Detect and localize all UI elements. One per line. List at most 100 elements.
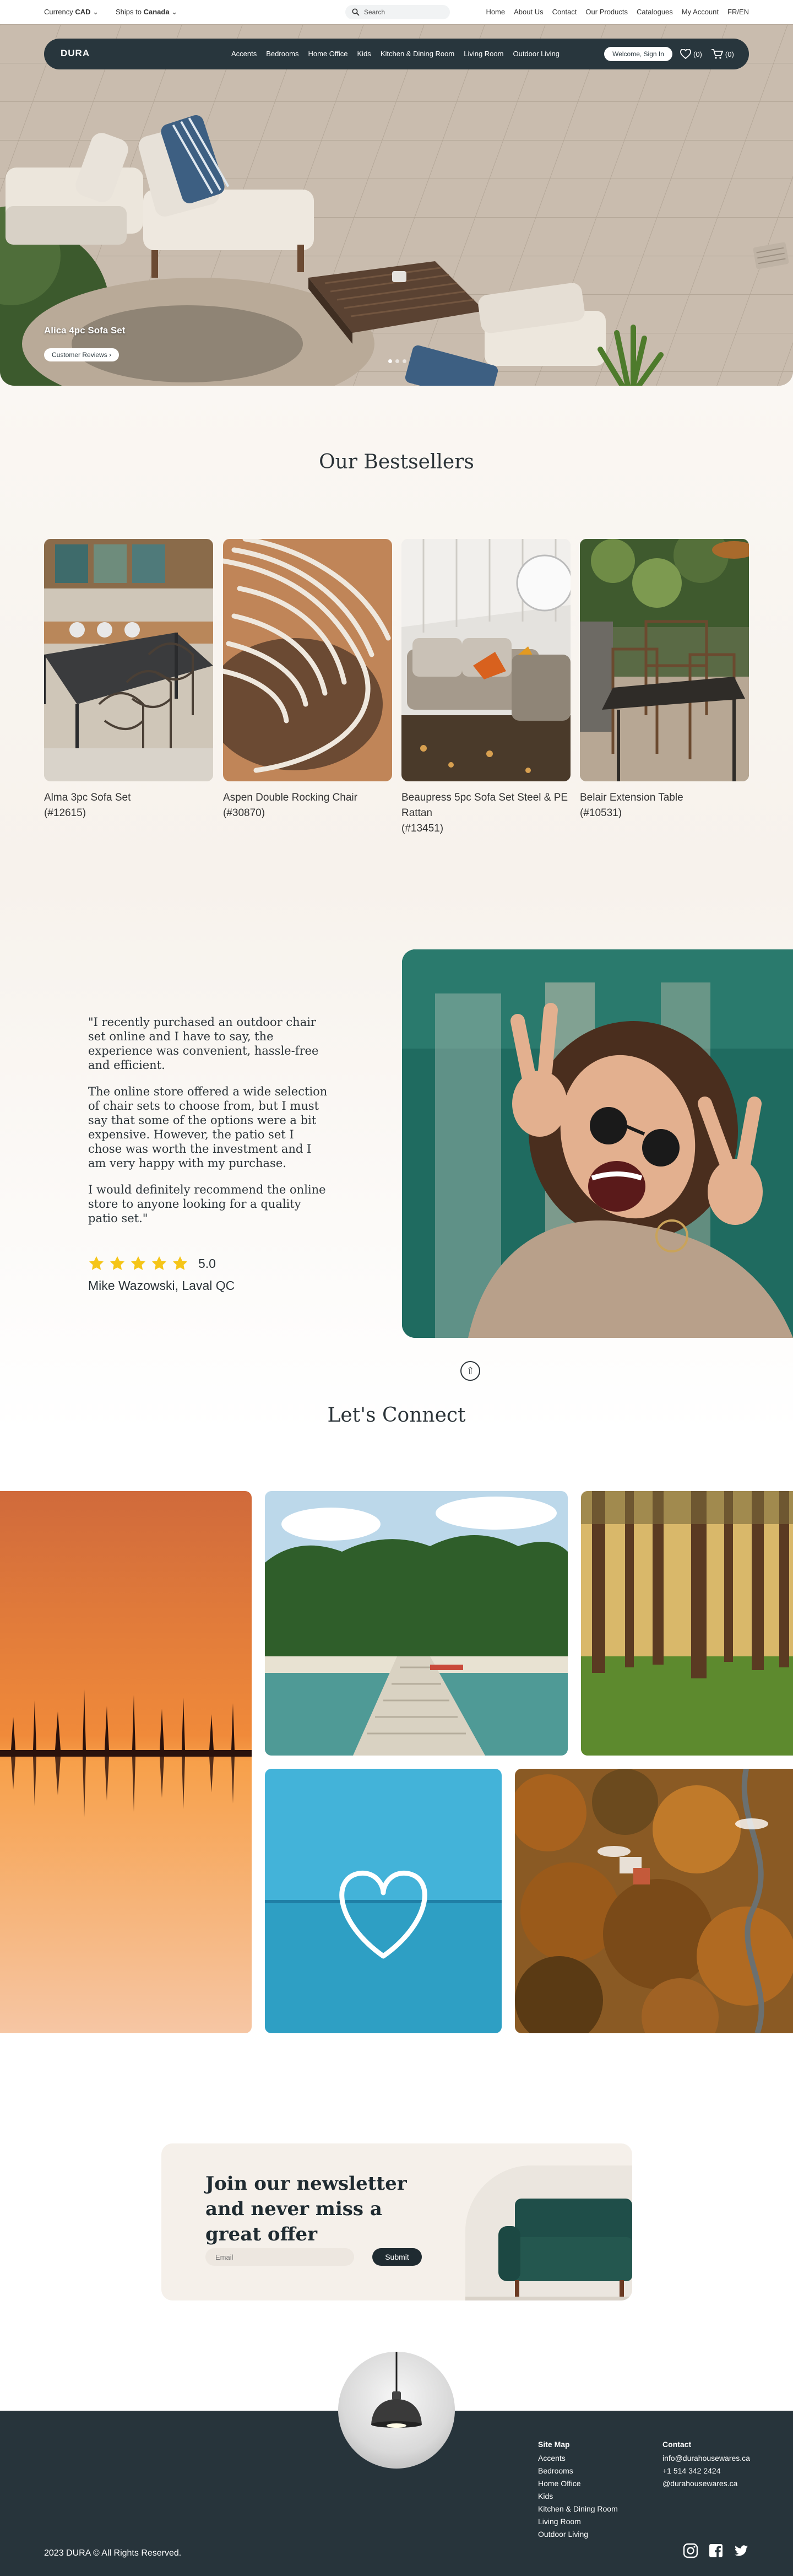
customer-reviews-button[interactable]: Customer Reviews › [44, 348, 120, 361]
testimonial-paragraph: "I recently purchased an outdoor chair s… [88, 1016, 319, 1072]
connect-heading: Let's Connect [327, 1404, 466, 1427]
newsletter-sofa-image [465, 2165, 632, 2300]
top-link-catalogues[interactable]: Catalogues [637, 8, 673, 16]
product-sku: (#30870) [223, 807, 265, 819]
rating-stars: 5.0 [88, 1255, 216, 1272]
category-nav: Accents Bedrooms Home Office Kids Kitche… [231, 50, 560, 58]
product-card[interactable]: Beaupress 5pc Sofa Set Steel & PE Rattan… [401, 539, 571, 836]
footer-link-living-room[interactable]: Living Room [538, 2515, 618, 2528]
product-card[interactable]: Belair Extension Table (#10531) [580, 539, 749, 821]
top-link-home[interactable]: Home [486, 8, 505, 16]
product-name[interactable]: Alma 3pc Sofa Set [44, 790, 213, 806]
top-link-about[interactable]: About Us [514, 8, 543, 16]
scroll-up-button[interactable]: ⇧ [460, 1361, 480, 1381]
nav-item-outdoor-living[interactable]: Outdoor Living [513, 50, 560, 58]
star-icon [110, 1256, 125, 1270]
contact-handle[interactable]: @durahousewares.ca [662, 2477, 750, 2490]
testimonial-photo [402, 949, 793, 1338]
nav-item-bedrooms[interactable]: Bedrooms [266, 50, 298, 58]
hero-title: Alica 4pc Sofa Set [44, 325, 126, 336]
product-name[interactable]: Aspen Double Rocking Chair [223, 790, 392, 806]
contact-email[interactable]: info@durahousewares.ca [662, 2452, 750, 2465]
nav-item-accents[interactable]: Accents [231, 50, 257, 58]
footer-sitemap: Site Map Accents Bedrooms Home Office Ki… [538, 2438, 618, 2541]
footer-link-home-office[interactable]: Home Office [538, 2477, 618, 2490]
top-link-account[interactable]: My Account [682, 8, 719, 16]
footer-link-kitchen-dining[interactable]: Kitchen & Dining Room [538, 2503, 618, 2515]
top-link-products[interactable]: Our Products [585, 8, 628, 16]
email-field[interactable] [205, 2248, 354, 2266]
ships-to-label: Ships to [116, 8, 142, 16]
star-icon [131, 1256, 146, 1270]
language-toggle[interactable]: FR/EN [727, 8, 749, 16]
slider-dots [388, 359, 406, 363]
gallery-image-autumn[interactable] [515, 1769, 793, 2033]
search-placeholder: Search [364, 8, 385, 16]
cart-icon [711, 49, 723, 59]
product-image[interactable] [401, 539, 571, 781]
footer-contact: Contact info@durahousewares.ca +1 514 34… [662, 2438, 750, 2490]
nav-icons: (0) (0) [680, 48, 734, 60]
gallery-image-pier[interactable] [265, 1491, 568, 1756]
product-image[interactable] [44, 539, 213, 781]
testimonial-paragraph: The online store offered a wide selectio… [88, 1085, 328, 1170]
logo[interactable]: DURA [61, 48, 90, 59]
wishlist-button[interactable]: (0) [680, 49, 702, 59]
facebook-icon[interactable] [708, 2543, 724, 2558]
twitter-icon[interactable] [734, 2543, 749, 2558]
ships-to-value: Canada [143, 8, 170, 16]
instagram-icon[interactable] [683, 2543, 698, 2558]
newsletter-card: Join our newsletter and never miss a gre… [161, 2143, 632, 2300]
chevron-down-icon: ⌄ [171, 8, 178, 16]
contact-title: Contact [662, 2440, 692, 2449]
currency-label: Currency [44, 8, 73, 16]
footer-link-accents[interactable]: Accents [538, 2452, 618, 2465]
search-input[interactable]: Search [345, 5, 450, 19]
heart-icon [680, 49, 691, 59]
product-card[interactable]: Alma 3pc Sofa Set (#12615) [44, 539, 213, 821]
product-image[interactable] [580, 539, 749, 781]
gallery-image-sunset[interactable] [0, 1491, 252, 2033]
sitemap-title: Site Map [538, 2440, 570, 2449]
testimonial-text: "I recently purchased an outdoor chair s… [88, 1015, 330, 1238]
currency-selector[interactable]: Currency CAD ⌄ [44, 8, 99, 17]
footer-link-bedrooms[interactable]: Bedrooms [538, 2465, 618, 2477]
testimonial-author: Mike Wazowski, Laval QC [88, 1278, 235, 1293]
nav-item-kids[interactable]: Kids [357, 50, 371, 58]
chevron-right-icon: › [109, 351, 112, 359]
testimonial-paragraph: I would definitely recommend the online … [88, 1183, 326, 1225]
product-sku: (#10531) [580, 807, 622, 819]
sign-in-button[interactable]: Welcome, Sign In [604, 47, 672, 61]
bestsellers-heading: Our Bestsellers [319, 451, 474, 473]
product-name[interactable]: Beaupress 5pc Sofa Set Steel & PE Rattan [401, 790, 571, 821]
wishlist-count: (0) [693, 50, 702, 58]
gallery-image-ocean[interactable] [265, 1769, 502, 2033]
footer-link-kids[interactable]: Kids [538, 2490, 618, 2503]
contact-phone[interactable]: +1 514 342 2424 [662, 2465, 750, 2477]
nav-item-kitchen-dining[interactable]: Kitchen & Dining Room [381, 50, 454, 58]
ships-to-selector[interactable]: Ships to Canada ⌄ [116, 8, 177, 17]
top-link-contact[interactable]: Contact [552, 8, 577, 16]
slider-dot-1[interactable] [388, 359, 392, 363]
product-image[interactable] [223, 539, 392, 781]
submit-button[interactable]: Submit [372, 2248, 422, 2266]
footer-link-outdoor-living[interactable]: Outdoor Living [538, 2528, 618, 2541]
product-name[interactable]: Belair Extension Table [580, 790, 749, 806]
nav-item-home-office[interactable]: Home Office [308, 50, 348, 58]
newsletter-heading: Join our newsletter and never miss a gre… [205, 2173, 407, 2245]
product-sku: (#13451) [401, 823, 444, 834]
slider-dot-2[interactable] [395, 359, 399, 363]
cart-count: (0) [725, 50, 734, 58]
cart-button[interactable]: (0) [711, 48, 734, 60]
star-icon [172, 1256, 188, 1270]
chevron-down-icon: ⌄ [93, 8, 99, 16]
slider-dot-3[interactable] [403, 359, 406, 363]
currency-value: CAD [75, 8, 91, 16]
product-card[interactable]: Aspen Double Rocking Chair (#30870) [223, 539, 392, 821]
nav-item-living-room[interactable]: Living Room [464, 50, 503, 58]
rating-value: 5.0 [198, 1256, 216, 1271]
copyright: 2023 DURA © All Rights Reserved. [44, 2548, 182, 2558]
hero-banner: Alica 4pc Sofa Set Customer Reviews › [0, 24, 793, 386]
gallery-image-forest[interactable] [581, 1491, 793, 1756]
star-icon [89, 1256, 104, 1270]
